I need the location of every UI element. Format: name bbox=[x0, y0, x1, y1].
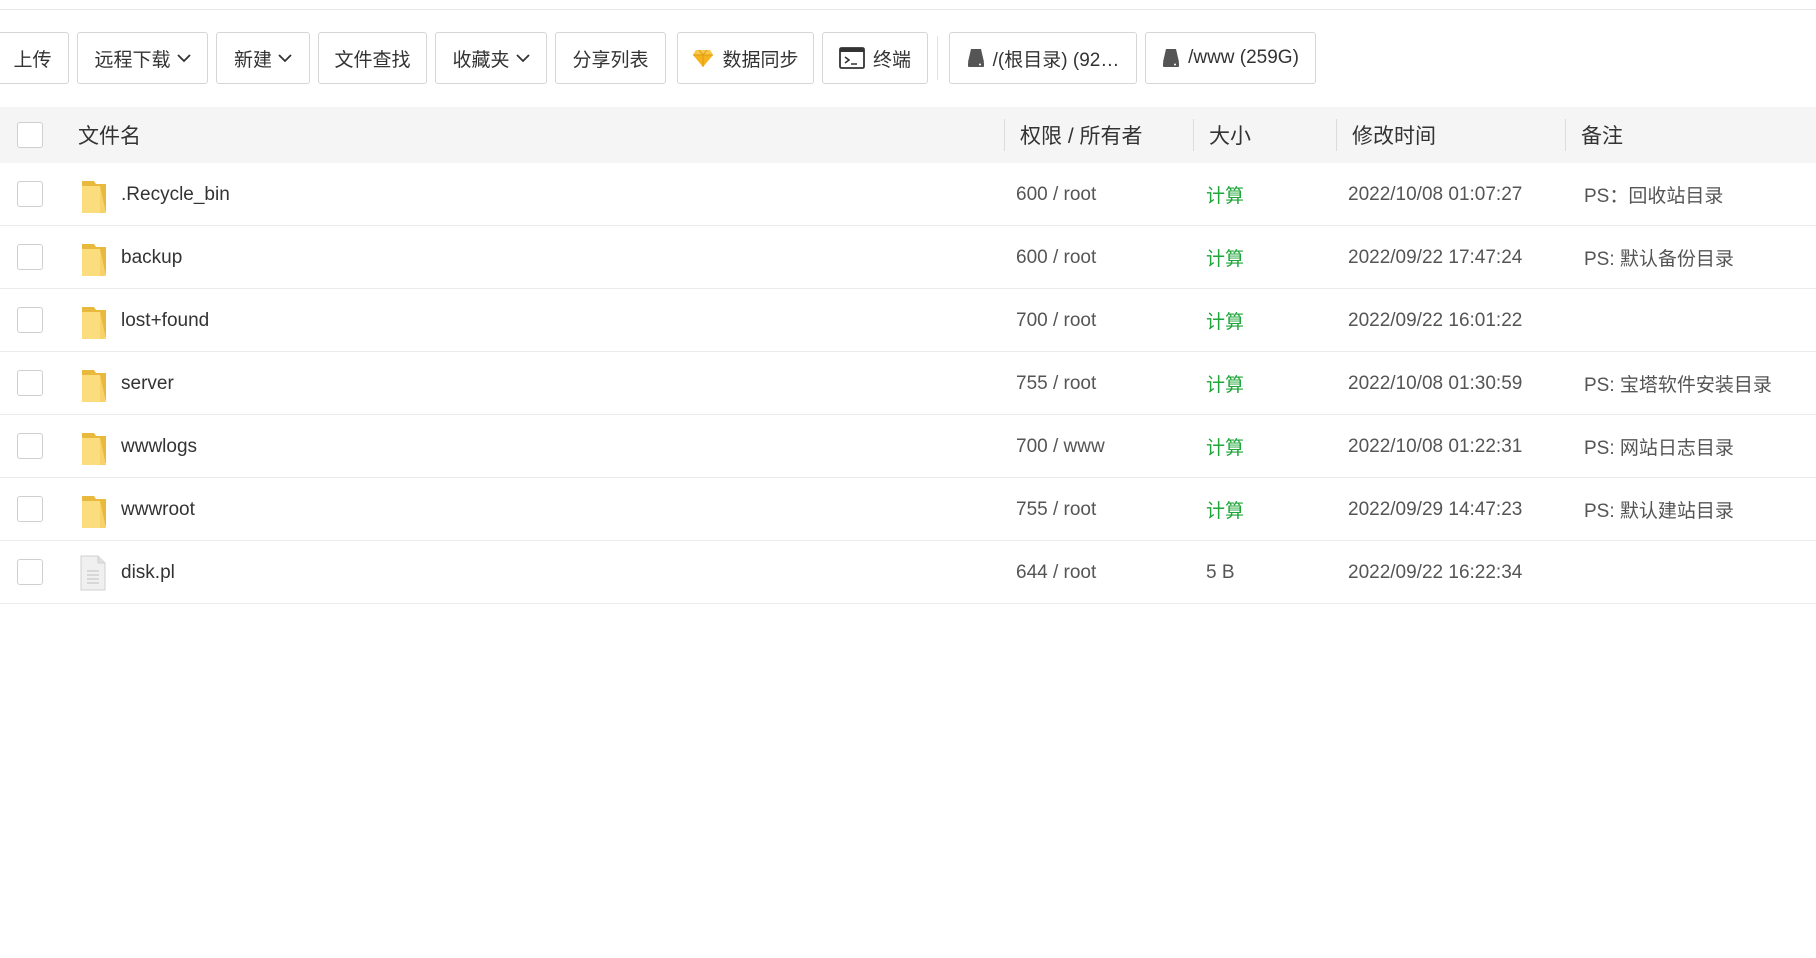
header-size[interactable]: 大小 bbox=[1209, 107, 1251, 163]
file-name[interactable]: lost+found bbox=[121, 289, 209, 352]
disk-root-label: /(根目录) (92… bbox=[992, 49, 1120, 71]
row-checkbox[interactable] bbox=[17, 559, 43, 585]
row-checkbox[interactable] bbox=[17, 307, 43, 333]
remote-download-button[interactable]: 远程下载 bbox=[77, 32, 208, 84]
disk-icon bbox=[1162, 48, 1180, 68]
folder-icon bbox=[80, 492, 108, 528]
select-all-checkbox[interactable] bbox=[17, 122, 43, 148]
folder-icon bbox=[80, 240, 108, 276]
chevron-down-icon bbox=[176, 53, 191, 63]
file-mtime: 2022/09/22 16:22:34 bbox=[1348, 561, 1523, 583]
file-size[interactable]: 计算 bbox=[1206, 415, 1244, 478]
disk-www-button[interactable]: /www (259G) bbox=[1145, 32, 1316, 84]
folder-icon bbox=[80, 177, 108, 213]
file-search-label: 文件查找 bbox=[334, 49, 411, 71]
table-row[interactable]: backup 600 / root 计算 2022/09/22 17:47:24 PS:… bbox=[0, 226, 1816, 289]
table-row[interactable]: .Recycle_bin 600 / root 计算 2022/10/08 01:07… bbox=[0, 163, 1816, 226]
table-row[interactable]: wwwroot 755 / root 计算 2022/09/29 14:47:23 PS… bbox=[0, 478, 1816, 541]
chevron-down-icon bbox=[278, 53, 292, 63]
row-checkbox[interactable] bbox=[17, 433, 43, 459]
file-note[interactable]: PS: 默认备份目录 bbox=[1584, 226, 1734, 289]
folder-icon bbox=[80, 429, 108, 465]
table-row[interactable]: disk.pl 644 / root 5 B 2022/09/22 16:22:34 bbox=[0, 541, 1816, 604]
header-note[interactable]: 备注 bbox=[1581, 107, 1623, 163]
share-list-label: 分享列表 bbox=[572, 49, 649, 71]
file-note[interactable]: PS: 默认建站目录 bbox=[1584, 478, 1734, 541]
upload-label: 上传 bbox=[13, 49, 52, 71]
file-permission[interactable]: 700 / root bbox=[1016, 289, 1096, 352]
file-icon bbox=[80, 555, 108, 591]
folder-icon bbox=[80, 366, 108, 402]
file-note[interactable]: PS: 网站日志目录 bbox=[1584, 415, 1734, 478]
remote-download-label: 远程下载 bbox=[94, 49, 171, 71]
file-permission[interactable]: 755 / root bbox=[1016, 478, 1096, 541]
file-name[interactable]: wwwlogs bbox=[121, 415, 197, 478]
row-checkbox[interactable] bbox=[17, 496, 43, 522]
row-checkbox[interactable] bbox=[17, 244, 43, 270]
header-divider bbox=[1193, 119, 1194, 151]
terminal-icon bbox=[839, 47, 865, 69]
row-checkbox[interactable] bbox=[17, 181, 43, 207]
file-permission[interactable]: 600 / root bbox=[1016, 163, 1096, 226]
data-sync-button[interactable]: 数据同步 bbox=[677, 32, 814, 84]
chevron-down-icon bbox=[515, 53, 530, 63]
file-mtime: 2022/10/08 01:07:27 bbox=[1348, 183, 1523, 205]
file-permission[interactable]: 700 / www bbox=[1016, 415, 1105, 478]
file-name[interactable]: backup bbox=[121, 226, 182, 289]
folder-icon bbox=[80, 303, 108, 339]
toolbar: 上传 远程下载 新建 文件查找 收藏夹 分享列表 数据同步 终端 /(根目录) … bbox=[0, 32, 1816, 84]
new-label: 新建 bbox=[233, 49, 272, 71]
file-permission[interactable]: 644 / root bbox=[1016, 541, 1096, 604]
file-permission[interactable]: 755 / root bbox=[1016, 352, 1096, 415]
header-permission[interactable]: 权限 / 所有者 bbox=[1020, 107, 1143, 163]
file-mtime: 2022/10/08 01:30:59 bbox=[1348, 372, 1523, 394]
table-row[interactable]: server 755 / root 计算 2022/10/08 01:30:59 PS:… bbox=[0, 352, 1816, 415]
disk-icon bbox=[967, 48, 985, 68]
top-border bbox=[0, 0, 1816, 10]
favorites-label: 收藏夹 bbox=[452, 49, 510, 71]
file-mtime: 2022/09/22 16:01:22 bbox=[1348, 309, 1523, 331]
file-mtime: 2022/09/22 17:47:24 bbox=[1348, 246, 1523, 268]
data-sync-label: 数据同步 bbox=[722, 49, 799, 71]
header-filename[interactable]: 文件名 bbox=[78, 107, 141, 163]
file-permission[interactable]: 600 / root bbox=[1016, 226, 1096, 289]
file-size: 5 B bbox=[1206, 561, 1235, 583]
file-note[interactable]: PS: 宝塔软件安装目录 bbox=[1584, 352, 1772, 415]
file-mtime: 2022/09/29 14:47:23 bbox=[1348, 498, 1523, 520]
file-note[interactable]: PS：回收站目录 bbox=[1584, 163, 1723, 226]
file-name[interactable]: wwwroot bbox=[121, 478, 195, 541]
file-mtime: 2022/10/08 01:22:31 bbox=[1348, 435, 1523, 457]
toolbar-divider bbox=[937, 36, 938, 80]
favorites-button[interactable]: 收藏夹 bbox=[435, 32, 547, 84]
new-button[interactable]: 新建 bbox=[216, 32, 310, 84]
file-size[interactable]: 计算 bbox=[1206, 352, 1244, 415]
upload-button[interactable]: 上传 bbox=[0, 32, 69, 84]
header-divider bbox=[1565, 119, 1566, 151]
table-row[interactable]: wwwlogs 700 / www 计算 2022/10/08 01:22:31 PS:… bbox=[0, 415, 1816, 478]
file-size[interactable]: 计算 bbox=[1206, 289, 1244, 352]
disk-root-button[interactable]: /(根目录) (92… bbox=[949, 32, 1137, 84]
table-header: 文件名 权限 / 所有者 大小 修改时间 备注 bbox=[0, 107, 1816, 163]
table-row[interactable]: lost+found 700 / root 计算 2022/09/22 16:01:2… bbox=[0, 289, 1816, 352]
header-divider bbox=[1004, 119, 1005, 151]
diamond-icon bbox=[692, 48, 714, 68]
file-size[interactable]: 计算 bbox=[1206, 478, 1244, 541]
file-name[interactable]: disk.pl bbox=[121, 541, 175, 604]
row-checkbox[interactable] bbox=[17, 370, 43, 396]
terminal-button[interactable]: 终端 bbox=[822, 32, 928, 84]
file-size[interactable]: 计算 bbox=[1206, 163, 1244, 226]
file-name[interactable]: server bbox=[121, 352, 174, 415]
header-mtime[interactable]: 修改时间 bbox=[1352, 107, 1436, 163]
share-list-button[interactable]: 分享列表 bbox=[555, 32, 666, 84]
file-size[interactable]: 计算 bbox=[1206, 226, 1244, 289]
terminal-label: 终端 bbox=[872, 49, 911, 71]
header-divider bbox=[1336, 119, 1337, 151]
file-search-button[interactable]: 文件查找 bbox=[318, 32, 427, 84]
disk-www-label: /www (259G) bbox=[1188, 47, 1299, 68]
file-name[interactable]: .Recycle_bin bbox=[121, 163, 230, 226]
